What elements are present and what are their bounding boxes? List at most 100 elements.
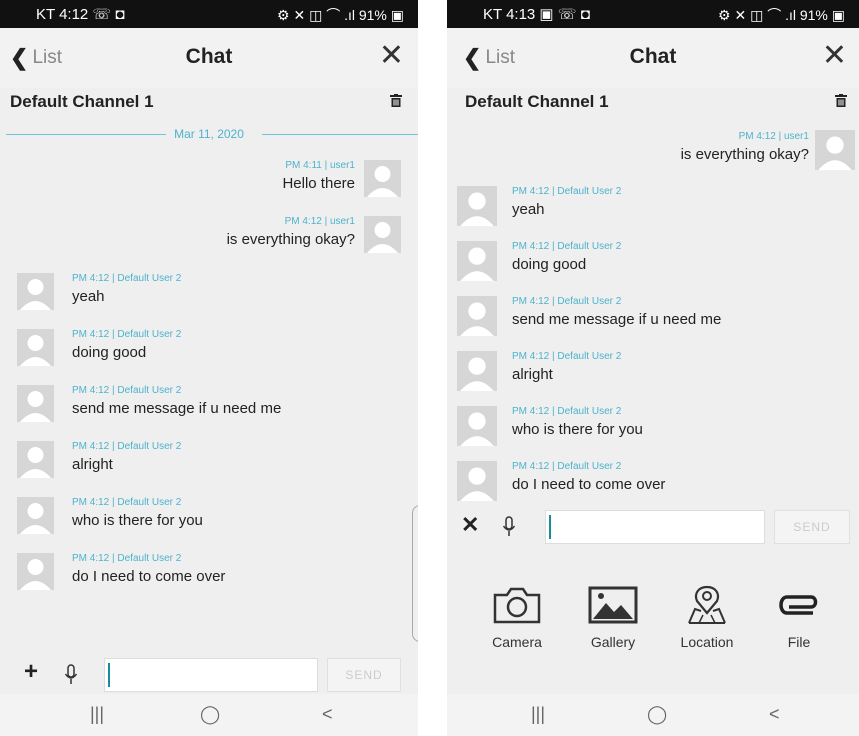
avatar [17, 273, 54, 310]
message-meta: PM 4:12 | Default User 2 [512, 461, 622, 472]
attach-label: Camera [492, 634, 542, 650]
avatar [457, 241, 497, 281]
left-phone-screen: KT 4:12 ☏ ◘ ⚙ ✕ ◫ ⌒ .ıl 91% ▣ ❮ List Cha… [0, 0, 418, 736]
message-meta: PM 4:12 | Default User 2 [72, 553, 182, 564]
message-incoming: PM 4:12 | Default User 2 who is there fo… [72, 497, 203, 529]
location-icon [688, 585, 726, 624]
message-text: send me message if u need me [72, 400, 282, 417]
message-incoming: PM 4:12 | Default User 2 alright [512, 351, 621, 383]
message-text: is everything okay? [680, 146, 809, 163]
message-text: alright [512, 366, 553, 383]
message-incoming: PM 4:12 | Default User 2 doing good [512, 241, 621, 273]
back-nav-button[interactable]: < [769, 704, 780, 725]
message-meta: PM 4:12 | Default User 2 [72, 329, 182, 340]
channel-bar: Default Channel 1 [447, 88, 859, 120]
message-incoming: PM 4:12 | Default User 2 send me message… [72, 385, 281, 417]
attachment-panel: Camera Gallery Location File [447, 560, 859, 690]
message-text: doing good [72, 344, 147, 361]
trash-icon[interactable] [835, 94, 847, 107]
user-avatar-icon [460, 412, 494, 446]
app-header: ❮ List Chat ✕ [447, 28, 859, 88]
message-outgoing: PM 4:12 | user1 is everything okay? [681, 131, 809, 163]
channel-bar: Default Channel 1 [0, 88, 418, 120]
date-separator: Mar 11, 2020 [0, 126, 418, 142]
back-nav-button[interactable]: < [322, 704, 333, 725]
avatar [457, 296, 497, 336]
send-button[interactable]: SEND [774, 510, 850, 544]
avatar [457, 186, 497, 226]
recent-apps-button[interactable]: ||| [531, 704, 545, 725]
camera-icon [493, 587, 541, 624]
message-text: alright [72, 456, 113, 473]
attach-label: Gallery [590, 634, 636, 650]
message-meta: PM 4:12 | Default User 2 [72, 273, 182, 284]
status-bar: KT 4:12 ☏ ◘ ⚙ ✕ ◫ ⌒ .ıl 91% ▣ [0, 0, 418, 28]
message-text: do I need to come over [512, 476, 666, 493]
attach-camera-button[interactable]: Camera [477, 585, 557, 650]
user-avatar-icon [367, 166, 398, 197]
page-title: Chat [185, 45, 233, 68]
avatar [17, 441, 54, 478]
message-meta: PM 4:12 | Default User 2 [512, 351, 622, 362]
message-text: yeah [512, 201, 545, 218]
message-meta: PM 4:12 | Default User 2 [512, 406, 622, 417]
message-meta: PM 4:12 | Default User 2 [72, 497, 182, 508]
channel-name: Default Channel 1 [10, 92, 154, 111]
status-indicators: ⚙ ✕ ◫ ⌒ .ıl 91% ▣ [718, 7, 845, 23]
avatar [17, 497, 54, 534]
channel-name: Default Channel 1 [465, 92, 609, 111]
close-attachments-icon[interactable]: ✕ [461, 512, 479, 538]
message-text: who is there for you [72, 512, 203, 529]
microphone-icon[interactable] [502, 516, 516, 538]
text-cursor [108, 663, 110, 687]
user-avatar-icon [460, 357, 494, 391]
home-button[interactable]: ◯ [200, 704, 220, 725]
trash-icon[interactable] [390, 94, 402, 107]
status-indicators: ⚙ ✕ ◫ ⌒ .ıl 91% ▣ [277, 7, 404, 23]
attach-location-button[interactable]: Location [667, 585, 747, 650]
recent-apps-button[interactable]: ||| [90, 704, 104, 725]
microphone-icon[interactable] [64, 664, 78, 686]
message-meta: PM 4:12 | Default User 2 [72, 385, 182, 396]
avatar [17, 553, 54, 590]
close-icon[interactable]: ✕ [379, 41, 404, 71]
attach-file-button[interactable]: File [759, 585, 839, 650]
right-phone-screen: KT 4:13 ▣ ☏ ◘ ⚙ ✕ ◫ ⌒ .ıl 91% ▣ ❮ List C… [447, 0, 859, 736]
avatar [17, 329, 54, 366]
message-input[interactable] [104, 658, 318, 692]
status-time: KT 4:12 ☏ ◘ [36, 6, 125, 23]
attach-label: Location [680, 634, 734, 650]
scrollbar[interactable] [412, 505, 418, 642]
status-time: KT 4:13 ▣ ☏ ◘ [483, 6, 590, 23]
message-incoming: PM 4:12 | Default User 2 alright [72, 441, 181, 473]
user-avatar-icon [20, 503, 51, 534]
user-avatar-icon [367, 222, 398, 253]
message-text: doing good [512, 256, 587, 273]
message-incoming: PM 4:12 | Default User 2 yeah [512, 186, 621, 218]
message-input-bar: ✕ SEND [447, 508, 859, 548]
close-icon[interactable]: ✕ [822, 41, 847, 71]
user-avatar-icon [20, 447, 51, 478]
avatar [364, 216, 401, 253]
paperclip-icon [779, 595, 818, 615]
avatar [457, 461, 497, 501]
message-meta: PM 4:12 | user1 [738, 131, 809, 142]
add-icon[interactable]: + [24, 658, 38, 686]
attach-gallery-button[interactable]: Gallery [573, 585, 653, 650]
user-avatar-icon [460, 192, 494, 226]
send-button[interactable]: SEND [327, 658, 401, 692]
gallery-icon [588, 586, 638, 624]
home-button[interactable]: ◯ [647, 704, 667, 725]
user-avatar-icon [20, 559, 51, 590]
message-input[interactable] [545, 510, 765, 544]
avatar [364, 160, 401, 197]
date-label: Mar 11, 2020 [170, 127, 248, 141]
message-text: send me message if u need me [512, 311, 722, 328]
user-avatar-icon [20, 335, 51, 366]
message-text: do I need to come over [72, 568, 226, 585]
message-incoming: PM 4:12 | Default User 2 who is there fo… [512, 406, 643, 438]
attach-label: File [787, 634, 811, 650]
message-meta: PM 4:12 | Default User 2 [512, 241, 622, 252]
message-meta: PM 4:12 | Default User 2 [512, 296, 622, 307]
user-avatar-icon [818, 136, 852, 170]
